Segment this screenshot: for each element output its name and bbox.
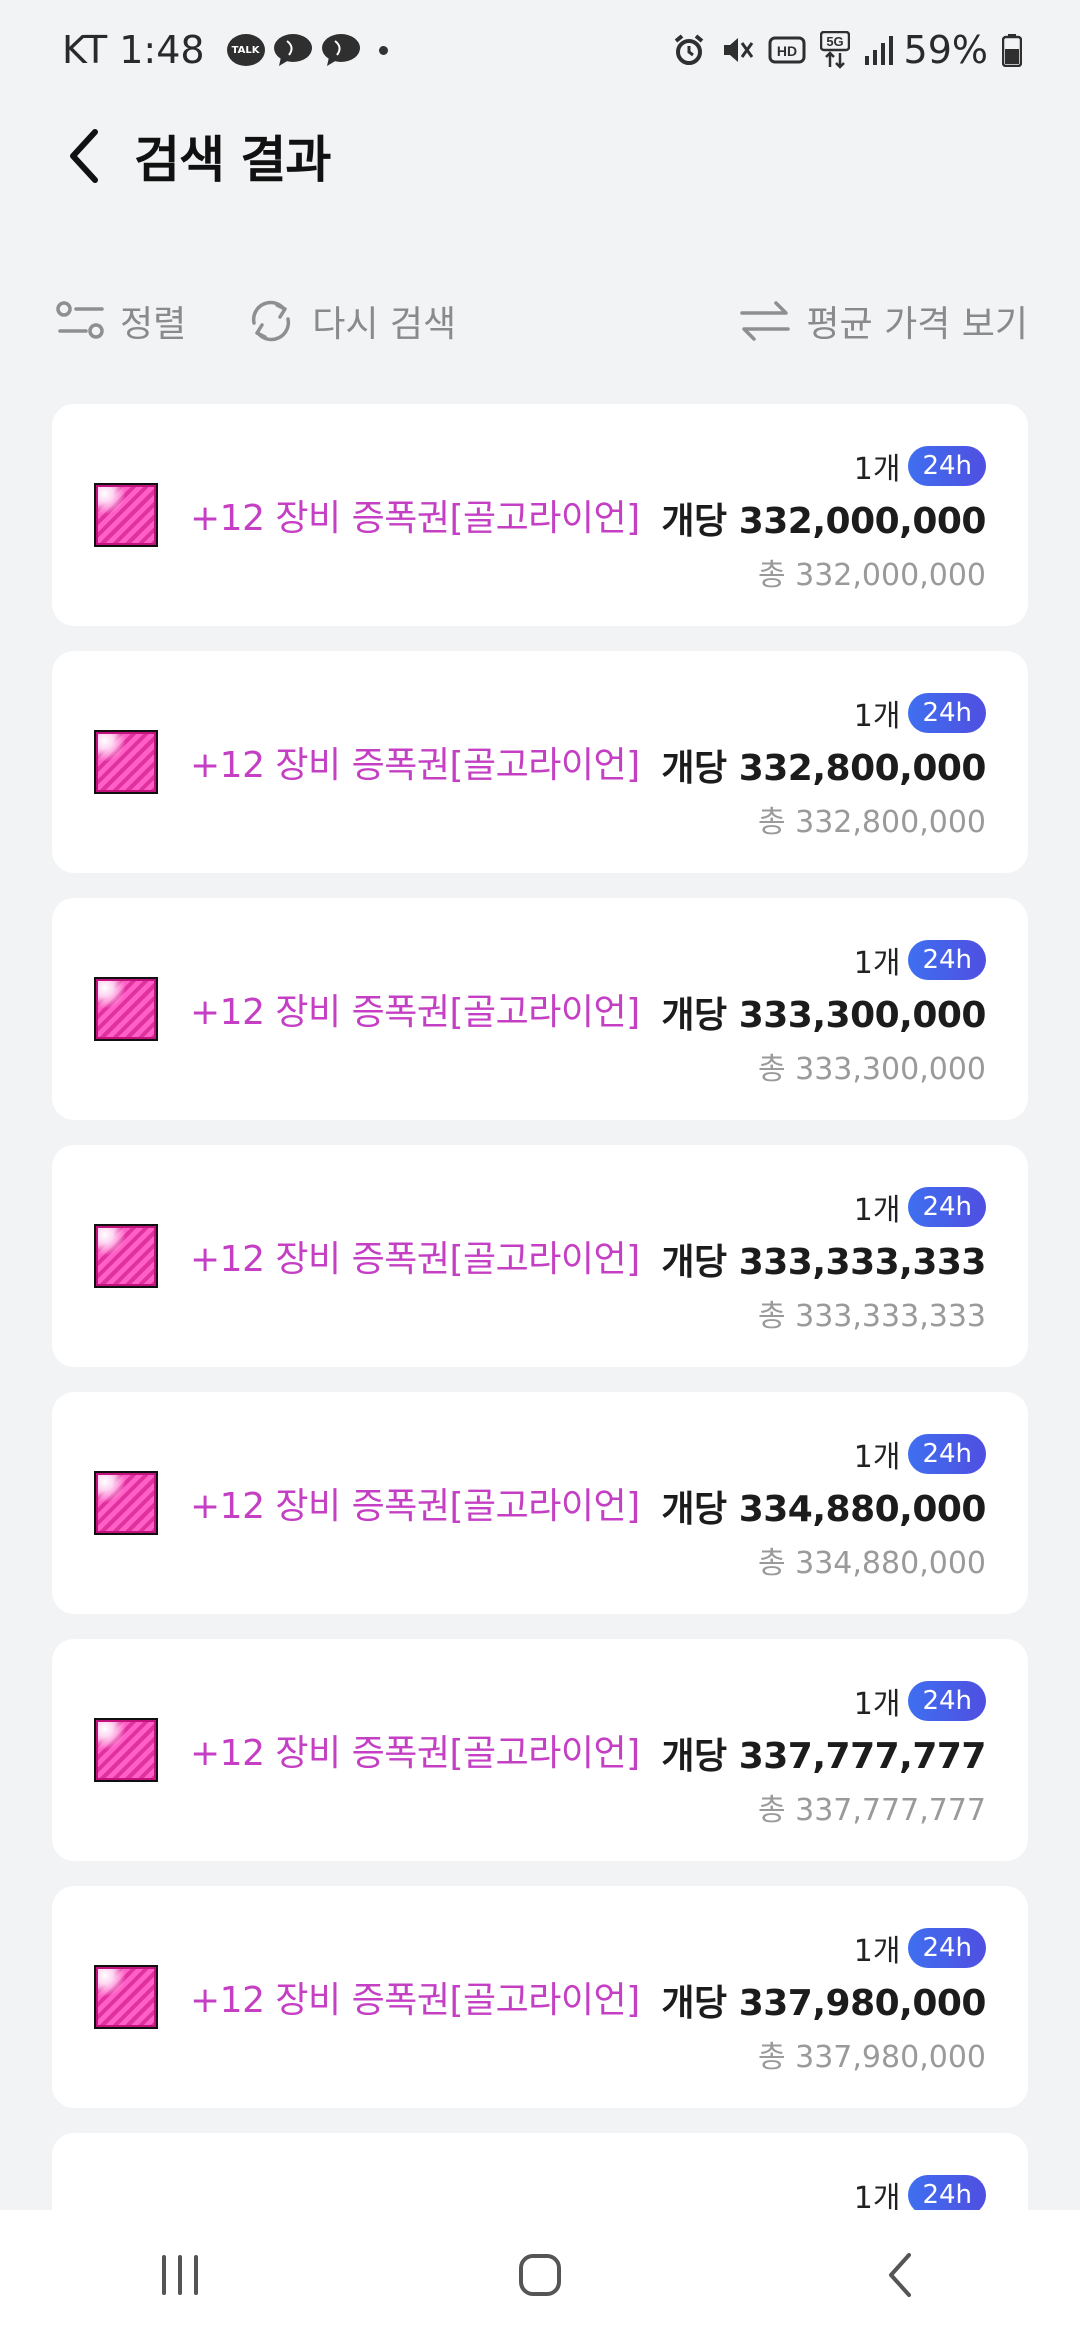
price-block: 1개 24h 개당 333,300,000 총 333,300,000 [661, 938, 986, 1088]
more-notifications-dot [378, 45, 388, 55]
quantity: 1개 [853, 1193, 901, 1228]
result-card[interactable]: +12 장비 증폭권[골고라이언] 1개 24h 개당 337,777,777 … [52, 1639, 1028, 1861]
item-name: +12 장비 증폭권[골고라이언] [190, 1980, 640, 2021]
result-list: +12 장비 증폭권[골고라이언] 1개 24h 개당 332,000,000 … [52, 404, 1028, 2210]
alarm-icon [672, 33, 706, 67]
svg-text:5G: 5G [826, 34, 843, 49]
price-block: 1개 24h 개당 337,980,000 총 337,980,000 [661, 1926, 986, 2076]
page-title: 검색 결과 [134, 131, 331, 189]
back-button[interactable] [58, 124, 110, 188]
quantity: 1개 [853, 946, 901, 981]
signal-icon [864, 34, 894, 66]
duration-badge: 24h [908, 1187, 986, 1227]
unit-price: 개당 332,000,000 [661, 501, 986, 542]
duration-badge: 24h [908, 2175, 986, 2210]
duration-badge: 24h [908, 1434, 986, 1474]
research-button[interactable]: 다시 검색 [244, 295, 456, 347]
status-time: KT 1:48 [62, 28, 205, 72]
status-bar: KT 1:48 TALK HD 5G 59% [0, 0, 1080, 100]
result-card[interactable]: +12 장비 증폭권[골고라이언] 1개 24h 개당 332,800,000 … [52, 651, 1028, 873]
price-block: 1개 24h [854, 2173, 986, 2210]
sort-button[interactable]: 정렬 [56, 295, 186, 347]
refresh-icon [252, 300, 291, 342]
average-price-button[interactable]: 평균 가격 보기 [738, 295, 1028, 347]
quantity: 1개 [853, 452, 901, 487]
item-icon [94, 1471, 158, 1535]
total-price: 총 337,980,000 [758, 2040, 986, 2075]
result-toolbar: 정렬 다시 검색 평균 가격 보기 [0, 284, 1080, 358]
chevron-left-icon [70, 129, 98, 183]
research-label: 다시 검색 [312, 304, 457, 345]
item-name: +12 장비 증폭권[골고라이언] [190, 992, 640, 1033]
unit-price: 개당 333,300,000 [661, 995, 986, 1036]
item-icon [94, 977, 158, 1041]
price-block: 1개 24h 개당 333,333,333 총 333,333,333 [661, 1185, 986, 1335]
result-card[interactable]: 1개 24h [52, 2133, 1028, 2210]
item-name: +12 장비 증폭권[골고라이언] [190, 745, 640, 786]
chat-bubble-icon [321, 33, 361, 67]
price-block: 1개 24h 개당 337,777,777 총 337,777,777 [661, 1679, 986, 1829]
duration-badge: 24h [908, 940, 986, 980]
price-block: 1개 24h 개당 334,880,000 총 334,880,000 [661, 1432, 986, 1582]
system-nav-bar [0, 2210, 1080, 2340]
total-price: 총 332,000,000 [758, 558, 986, 593]
duration-badge: 24h [908, 1928, 986, 1968]
home-icon [519, 2254, 561, 2296]
item-name: +12 장비 증폭권[골고라이언] [190, 1733, 640, 1774]
item-icon [94, 730, 158, 794]
total-price: 총 332,800,000 [758, 805, 986, 840]
svg-text:HD: HD [776, 43, 796, 59]
unit-price: 개당 334,880,000 [661, 1489, 986, 1530]
battery-percent: 59% [903, 28, 988, 72]
result-card[interactable]: +12 장비 증폭권[골고라이언] 1개 24h 개당 332,000,000 … [52, 404, 1028, 626]
sort-icon [56, 301, 104, 339]
mute-icon [720, 33, 754, 67]
total-price: 총 334,880,000 [758, 1546, 986, 1581]
recent-apps-button[interactable] [120, 2225, 240, 2325]
item-icon [94, 1224, 158, 1288]
price-block: 1개 24h 개당 332,800,000 총 332,800,000 [661, 691, 986, 841]
unit-price: 개당 333,333,333 [661, 1242, 986, 1283]
quantity: 1개 [853, 1687, 901, 1722]
swap-icon [740, 301, 791, 341]
item-icon [94, 1965, 158, 2029]
unit-price: 개당 332,800,000 [661, 748, 986, 789]
result-card[interactable]: +12 장비 증폭권[골고라이언] 1개 24h 개당 337,980,000 … [52, 1886, 1028, 2108]
total-price: 총 333,333,333 [758, 1299, 986, 1334]
hd-voice-icon: HD [768, 35, 806, 65]
price-block: 1개 24h 개당 332,000,000 총 332,000,000 [661, 444, 986, 594]
result-card[interactable]: +12 장비 증폭권[골고라이언] 1개 24h 개당 333,300,000 … [52, 898, 1028, 1120]
total-price: 총 333,300,000 [758, 1052, 986, 1087]
sort-label: 정렬 [120, 304, 187, 345]
result-card[interactable]: +12 장비 증폭권[골고라이언] 1개 24h 개당 333,333,333 … [52, 1145, 1028, 1367]
result-card[interactable]: +12 장비 증폭권[골고라이언] 1개 24h 개당 334,880,000 … [52, 1392, 1028, 1614]
item-name: +12 장비 증폭권[골고라이언] [190, 498, 640, 539]
quantity: 1개 [853, 699, 901, 734]
chat-bubble-icon [273, 33, 313, 67]
total-price: 총 337,777,777 [758, 1793, 986, 1828]
app-header: 검색 결과 [0, 110, 1080, 202]
back-arrow-icon [889, 2253, 911, 2297]
average-price-label: 평균 가격 보기 [806, 304, 1028, 345]
quantity: 1개 [853, 1440, 901, 1475]
unit-price: 개당 337,980,000 [661, 1983, 986, 2024]
item-icon [94, 1718, 158, 1782]
item-name: +12 장비 증폭권[골고라이언] [190, 1239, 640, 1280]
kakaotalk-icon: TALK [226, 34, 265, 66]
home-button[interactable] [480, 2225, 600, 2325]
duration-badge: 24h [908, 1681, 986, 1721]
battery-icon [1002, 33, 1022, 67]
duration-badge: 24h [908, 693, 986, 733]
quantity: 1개 [853, 2181, 901, 2210]
quantity: 1개 [853, 1934, 901, 1969]
item-icon [94, 483, 158, 547]
recent-apps-icon [162, 2255, 198, 2295]
5g-icon: 5G [819, 31, 850, 69]
unit-price: 개당 337,777,777 [661, 1736, 986, 1777]
item-name: +12 장비 증폭권[골고라이언] [190, 1486, 640, 1527]
duration-badge: 24h [908, 446, 986, 486]
system-back-button[interactable] [840, 2225, 960, 2325]
